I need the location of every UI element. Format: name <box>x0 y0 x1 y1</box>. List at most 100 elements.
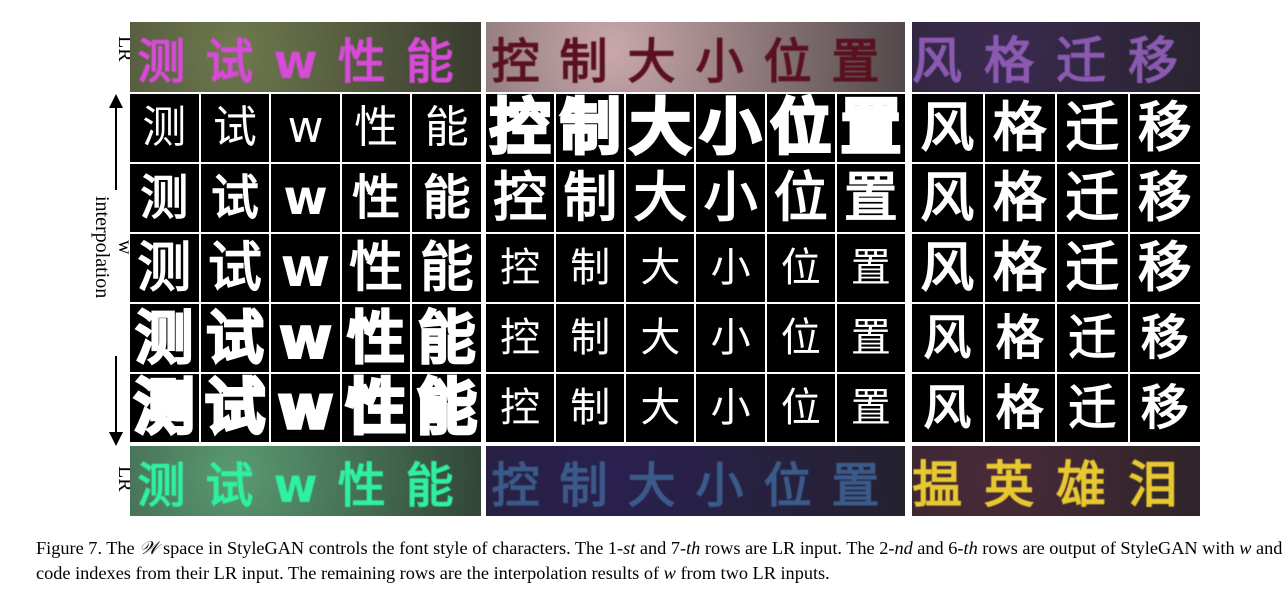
glyph-cell: 位 <box>766 234 835 302</box>
glyph-cell: 制 <box>556 94 625 162</box>
glyph-cell: 风 <box>912 94 983 162</box>
lr-input-bottom-image: 测试w性能 <box>130 446 481 516</box>
glyph-cell: 能 <box>412 374 481 442</box>
glyph-cell: 控 <box>486 234 555 302</box>
figure-caption: Figure 7. The 𝒲 space in StyleGAN contro… <box>36 536 1286 586</box>
arrow-down-shaft <box>115 356 117 434</box>
glyph-cell: 迁 <box>1057 374 1128 442</box>
glyph-cell: 位 <box>766 164 835 232</box>
lr-text: 风格迁移 <box>912 32 1200 90</box>
glyph-cell: 小 <box>696 374 765 442</box>
panel-control-size-position: 控制大小位置控制大小位置控制大小位置控制大小位置控制大小位置控制大小位置控制大小… <box>486 22 905 516</box>
glyph-cell: 测 <box>130 164 199 232</box>
glyph-cell: 试 <box>200 234 270 302</box>
glyph-cell: 位 <box>766 94 835 162</box>
glyph-cell: w <box>271 164 340 232</box>
glyph-cell: w <box>271 94 340 162</box>
glyph-cell: 大 <box>626 94 695 162</box>
glyph-cell: 移 <box>1129 374 1200 442</box>
caption-text: from two LR inputs. <box>675 563 830 583</box>
glyph-cell: 风 <box>912 304 983 372</box>
glyph-cell: 置 <box>836 304 905 372</box>
glyph-cell: 试 <box>200 94 270 162</box>
glyph-cell: 风 <box>912 374 983 442</box>
glyph-cell: 位 <box>766 304 835 372</box>
caption-text: Figure 7. The <box>36 538 140 558</box>
caption-text: rows are output of StyleGAN with <box>977 538 1240 558</box>
glyph-cell: w <box>271 234 340 302</box>
caption-italic: th <box>963 538 978 558</box>
glyph-cell: 能 <box>412 164 481 232</box>
glyph-cell: 移 <box>1129 94 1200 162</box>
glyph-cell: 大 <box>626 374 695 442</box>
glyph-cell: 控 <box>486 164 555 232</box>
caption-italic: w <box>663 563 676 583</box>
glyph-cell: 制 <box>556 164 625 232</box>
lr-input-bottom-image: 控制大小位置 <box>486 446 905 516</box>
glyph-cell: 置 <box>836 374 905 442</box>
caption-text: and 7- <box>635 538 687 558</box>
lr-text: 控制大小位置 <box>491 458 900 514</box>
glyph-cell: 格 <box>984 94 1055 162</box>
glyph-cell: w <box>271 304 340 372</box>
glyph-cell: 性 <box>341 94 411 162</box>
lr-text: 测试w性能 <box>137 34 474 90</box>
glyph-cell: 制 <box>556 304 625 372</box>
glyph-cell: 性 <box>341 374 411 442</box>
glyph-cell: 性 <box>341 304 411 372</box>
glyph-cell: 置 <box>836 164 905 232</box>
lr-input-bottom-image: 揾英雄泪 <box>912 446 1200 516</box>
glyph-cell: 测 <box>130 374 199 442</box>
output-grid: 风格迁移风格迁移风格迁移风格迁移风格迁移 <box>912 94 1200 442</box>
glyph-cell: 置 <box>836 234 905 302</box>
glyph-cell: 移 <box>1129 164 1200 232</box>
panel-style-transfer: 风格迁移风格迁移风格迁移风格迁移风格迁移风格迁移揾英雄泪 <box>912 22 1200 516</box>
glyph-cell: 控 <box>486 304 555 372</box>
glyph-cell: 迁 <box>1057 94 1128 162</box>
glyph-cell: 小 <box>696 164 765 232</box>
glyph-cell: 控 <box>486 374 555 442</box>
caption-italic: st <box>623 538 636 558</box>
lr-input-top-image: 风格迁移 <box>912 22 1200 92</box>
glyph-cell: 格 <box>984 234 1055 302</box>
glyph-cell: 小 <box>696 304 765 372</box>
caption-italic: w <box>1239 538 1252 558</box>
glyph-cell: 移 <box>1129 304 1200 372</box>
output-grid: 测试w性能测试w性能测试w性能测试w性能测试w性能 <box>130 94 481 442</box>
glyph-cell: 性 <box>341 164 411 232</box>
glyph-cell: 控 <box>486 94 555 162</box>
glyph-cell: 能 <box>412 234 481 302</box>
glyph-cell: 大 <box>626 234 695 302</box>
glyph-cell: 迁 <box>1057 164 1128 232</box>
lr-text: 测试w性能 <box>137 458 474 514</box>
caption-italic: th <box>686 538 701 558</box>
arrow-down-icon <box>109 432 123 446</box>
glyph-cell: 小 <box>696 94 765 162</box>
glyph-cell: 试 <box>200 374 270 442</box>
glyph-cell: 迁 <box>1057 304 1128 372</box>
lr-text: 揾英雄泪 <box>912 456 1200 514</box>
glyph-cell: 迁 <box>1057 234 1128 302</box>
caption-text: space in StyleGAN controls the font styl… <box>158 538 624 558</box>
glyph-cell: 格 <box>984 164 1055 232</box>
caption-w-space-symbol: 𝒲 <box>139 538 159 558</box>
glyph-cell: 试 <box>200 304 270 372</box>
glyph-cell: 置 <box>836 94 905 162</box>
glyph-cell: 风 <box>912 164 983 232</box>
glyph-cell: 测 <box>130 94 199 162</box>
glyph-cell: 制 <box>556 234 625 302</box>
glyph-cell: 格 <box>984 374 1055 442</box>
glyph-cell: 能 <box>412 94 481 162</box>
lr-text: 控制大小位置 <box>491 34 900 90</box>
lr-input-top-image: 测试w性能 <box>130 22 481 92</box>
caption-text: and 6- <box>912 538 964 558</box>
glyph-cell: 大 <box>626 164 695 232</box>
arrow-up-shaft <box>115 106 117 190</box>
glyph-cell: 小 <box>696 234 765 302</box>
glyph-cell: w <box>271 374 340 442</box>
glyph-cell: 风 <box>912 234 983 302</box>
output-grid: 控制大小位置控制大小位置控制大小位置控制大小位置控制大小位置 <box>486 94 905 442</box>
glyph-cell: 制 <box>556 374 625 442</box>
glyph-cell: 测 <box>130 234 199 302</box>
panel-test-performance: 测试w性能测试 w 性能测试 w 性能测试 w 性能测试 w 性能测试 w 性能测试w性能 <box>130 22 481 516</box>
